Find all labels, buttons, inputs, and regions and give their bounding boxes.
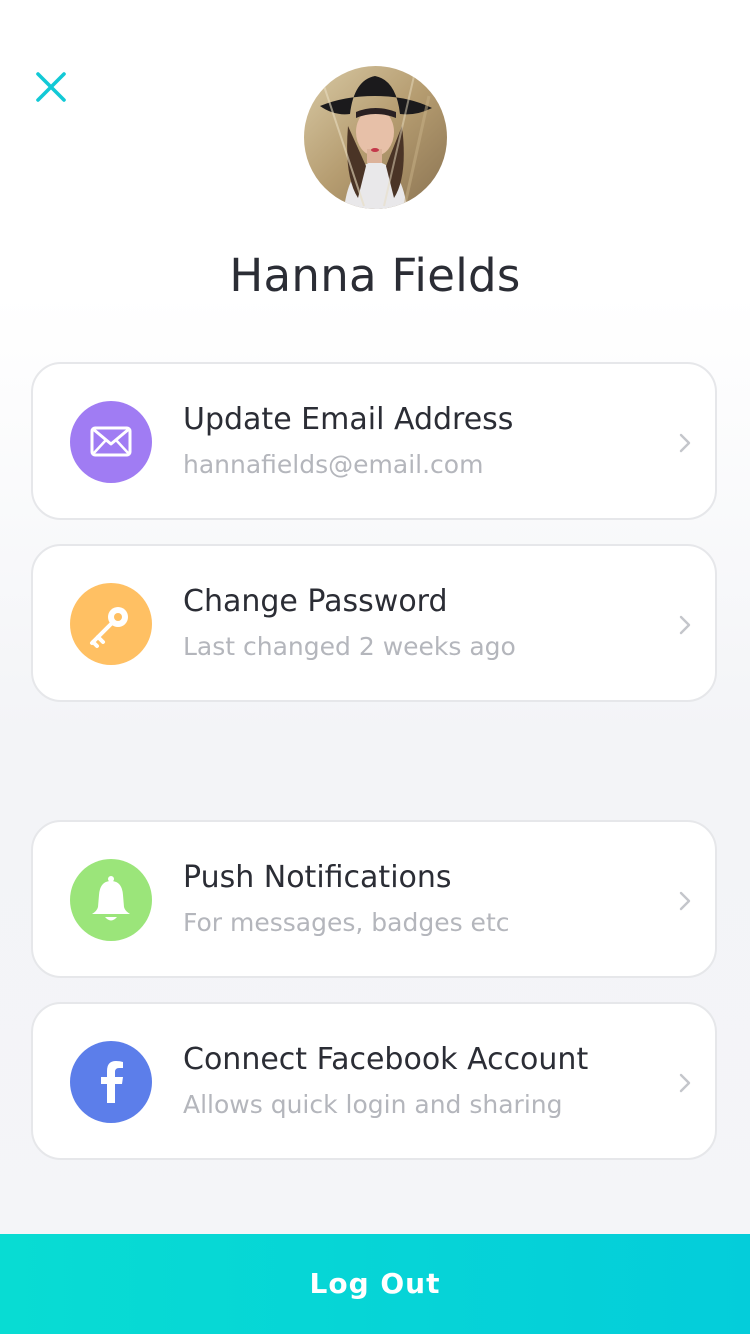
card-subtitle: hannafields@email.com [183, 450, 484, 479]
bell-icon [70, 859, 152, 941]
logout-button[interactable]: Log Out [0, 1234, 750, 1334]
card-subtitle: Allows quick login and sharing [183, 1090, 563, 1119]
avatar [304, 66, 447, 209]
close-button[interactable] [30, 66, 72, 108]
card-subtitle: For messages, badges etc [183, 908, 510, 937]
card-title: Change Password [183, 584, 448, 619]
facebook-icon [70, 1041, 152, 1123]
update-email-card[interactable]: Update Email Address hannafields@email.c… [31, 362, 717, 520]
logout-label: Log Out [309, 1267, 441, 1300]
change-password-card[interactable]: Change Password Last changed 2 weeks ago [31, 544, 717, 702]
close-icon [36, 72, 66, 102]
chevron-right-icon [679, 1073, 691, 1093]
card-title: Push Notifications [183, 860, 452, 895]
chevron-right-icon [679, 615, 691, 635]
key-icon [70, 583, 152, 665]
chevron-right-icon [679, 891, 691, 911]
card-title: Update Email Address [183, 402, 514, 437]
profile-name: Hanna Fields [229, 249, 521, 302]
chevron-right-icon [679, 433, 691, 453]
envelope-icon [70, 401, 152, 483]
push-notifications-card[interactable]: Push Notifications For messages, badges … [31, 820, 717, 978]
connect-facebook-card[interactable]: Connect Facebook Account Allows quick lo… [31, 1002, 717, 1160]
card-title: Connect Facebook Account [183, 1042, 589, 1077]
card-subtitle: Last changed 2 weeks ago [183, 632, 516, 661]
